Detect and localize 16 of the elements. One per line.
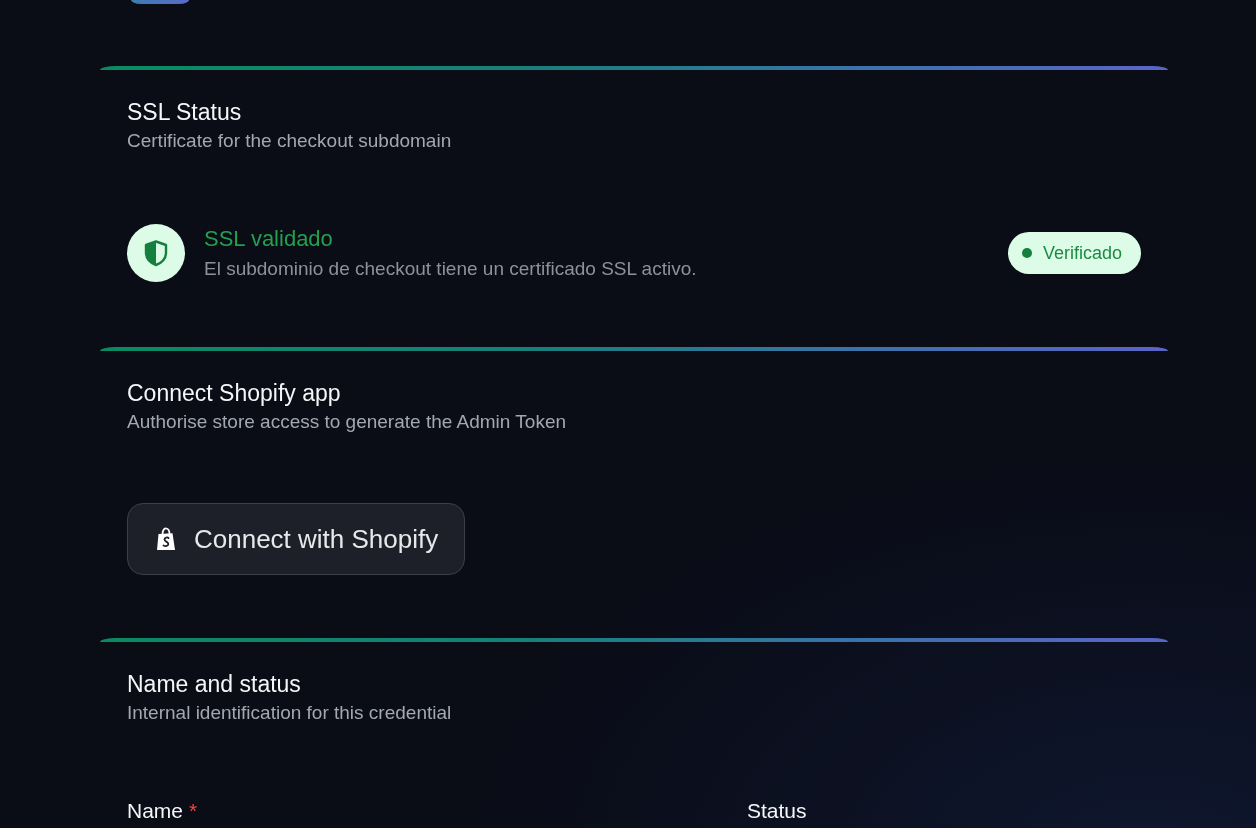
shopping-bag-icon bbox=[156, 527, 176, 551]
field-label: Status bbox=[747, 798, 807, 824]
status-description: El subdominio de checkout tiene un certificado SSL activo. bbox=[204, 257, 698, 281]
section-subtitle: Authorise store access to generate the Admin Token bbox=[127, 411, 568, 433]
section-title: Connect Shopify app bbox=[127, 379, 342, 407]
required-asterisk: * bbox=[189, 798, 198, 824]
section-subtitle: Certificate for the checkout subdomain bbox=[127, 130, 453, 152]
field-label: Name bbox=[127, 798, 184, 824]
section-title: Name and status bbox=[127, 670, 302, 698]
connect-shopify-button[interactable]: Connect with Shopify bbox=[127, 503, 466, 575]
primary-button[interactable] bbox=[131, 0, 189, 4]
status-dot-icon bbox=[1021, 248, 1032, 258]
status-label: Verificado bbox=[1042, 242, 1122, 264]
status-title: SSL validado bbox=[204, 225, 334, 253]
section-subtitle: Internal identification for this credential bbox=[127, 702, 453, 724]
section-title: SSL Status bbox=[127, 98, 243, 126]
